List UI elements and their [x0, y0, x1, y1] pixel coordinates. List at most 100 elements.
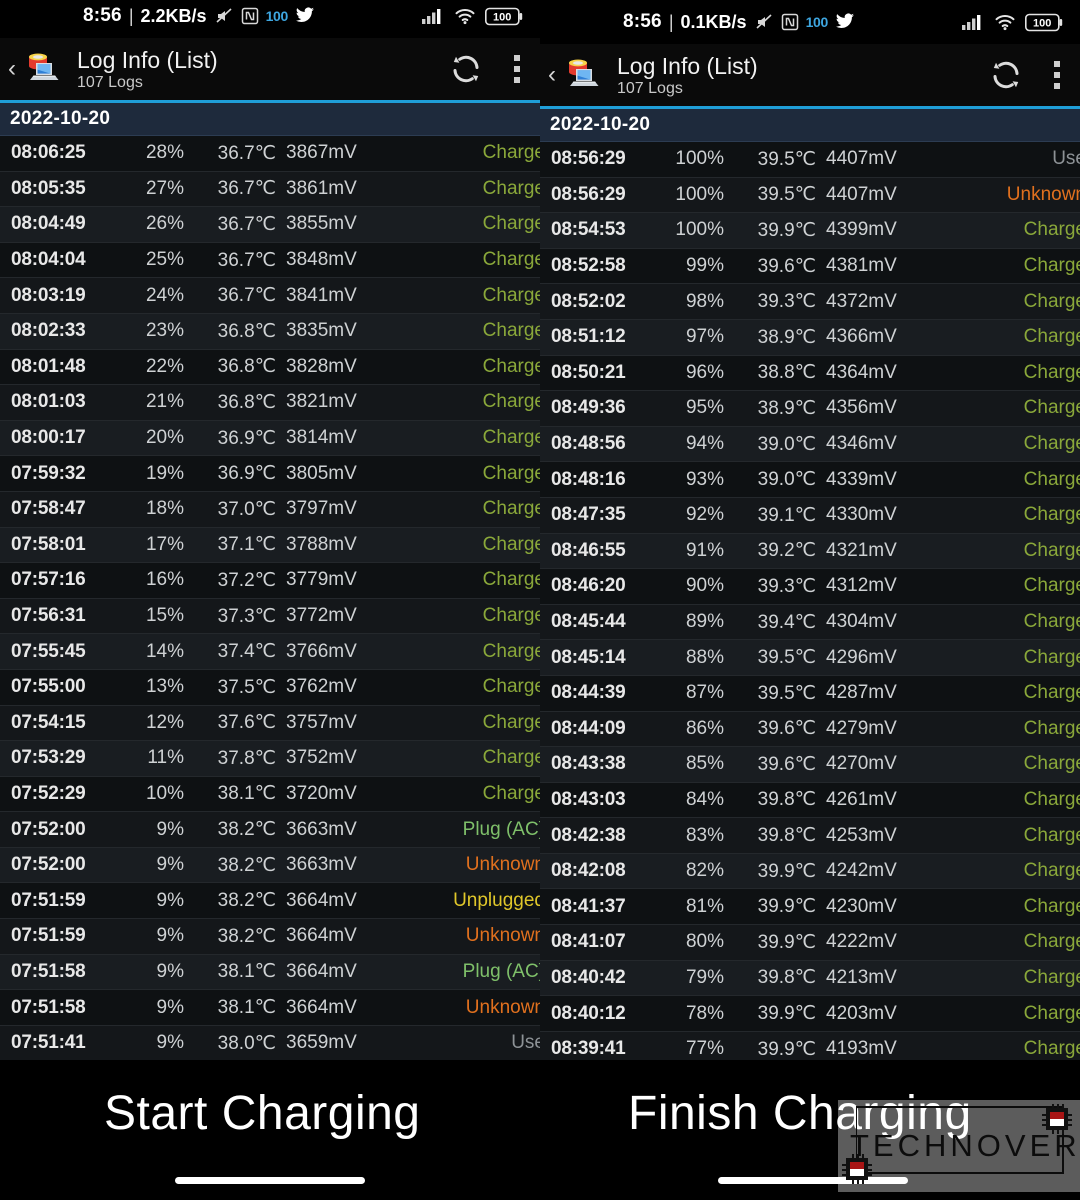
- table-row[interactable]: 08:41:37 81% 39.9℃ 4230mV Charge: [540, 889, 1080, 926]
- table-row[interactable]: 08:47:35 92% 39.1℃ 4330mV Charge: [540, 498, 1080, 534]
- more-options-icon[interactable]: [1054, 61, 1060, 89]
- table-row[interactable]: 08:46:55 91% 39.2℃ 4321mV Charge: [540, 533, 1080, 570]
- row-status: Plug (AC): [462, 960, 540, 982]
- row-status: Unknown: [465, 996, 540, 1018]
- table-row[interactable]: 08:46:20 90% 39.3℃ 4312mV Charge: [540, 569, 1080, 605]
- row-time: 08:03:19: [11, 284, 86, 306]
- table-row[interactable]: 07:51:41 9% 38.0℃ 3659mV Use: [0, 1026, 540, 1060]
- row-temperature: 39.8℃: [757, 825, 816, 847]
- table-row[interactable]: 08:50:21 96% 38.8℃ 4364mV Charge: [540, 355, 1080, 392]
- table-row[interactable]: 08:40:12 78% 39.9℃ 4203mV Charge: [540, 996, 1080, 1032]
- table-row[interactable]: 08:45:14 88% 39.5℃ 4296mV Charge: [540, 640, 1080, 676]
- row-status: Charge: [1023, 753, 1080, 775]
- row-voltage: 4296mV: [826, 646, 897, 668]
- row-voltage: 3867mV: [286, 142, 357, 164]
- row-status: Charge: [482, 711, 540, 733]
- table-row[interactable]: 07:52:29 10% 38.1℃ 3720mV Charge: [0, 776, 540, 813]
- table-row[interactable]: 07:51:58 9% 38.1℃ 3664mV Plug (AC): [0, 954, 540, 991]
- table-row[interactable]: 08:39:41 77% 39.9℃ 4193mV Charge: [540, 1032, 1080, 1060]
- table-row[interactable]: 08:56:29 100% 39.5℃ 4407mV Use: [540, 142, 1080, 178]
- log-count-subtitle: 107 Logs: [77, 73, 143, 91]
- row-temperature: 36.7℃: [217, 142, 276, 164]
- table-row[interactable]: 07:53:29 11% 37.8℃ 3752mV Charge: [0, 741, 540, 777]
- row-status: Charge: [482, 498, 540, 520]
- table-row[interactable]: 08:06:25 28% 36.7℃ 3867mV Charge: [0, 136, 540, 172]
- battery-log-app-icon: [561, 55, 605, 95]
- back-button[interactable]: ‹: [4, 57, 20, 81]
- table-row[interactable]: 07:59:32 19% 36.9℃ 3805mV Charge: [0, 456, 540, 492]
- table-row[interactable]: 08:48:16 93% 39.0℃ 4339mV Charge: [540, 462, 1080, 498]
- table-row[interactable]: 07:56:31 15% 37.3℃ 3772mV Charge: [0, 599, 540, 635]
- row-voltage: 3814mV: [286, 427, 357, 449]
- row-voltage: 3664mV: [286, 996, 357, 1018]
- table-row[interactable]: 08:42:38 83% 39.8℃ 4253mV Charge: [540, 818, 1080, 854]
- row-time: 08:41:37: [551, 895, 626, 917]
- table-row[interactable]: 08:04:49 26% 36.7℃ 3855mV Charge: [0, 207, 540, 243]
- row-time: 08:06:25: [11, 142, 86, 164]
- table-row[interactable]: 08:45:44 89% 39.4℃ 4304mV Charge: [540, 605, 1080, 641]
- table-row[interactable]: 08:56:29 100% 39.5℃ 4407mV Unknown: [540, 178, 1080, 214]
- table-row[interactable]: 07:52:00 9% 38.2℃ 3663mV Plug (AC): [0, 812, 540, 848]
- row-time: 08:45:44: [551, 611, 626, 633]
- table-row[interactable]: 07:51:58 9% 38.1℃ 3664mV Unknown: [0, 990, 540, 1026]
- table-row[interactable]: 07:58:47 18% 37.0℃ 3797mV Charge: [0, 492, 540, 528]
- table-row[interactable]: 07:54:15 12% 37.6℃ 3757mV Charge: [0, 706, 540, 742]
- row-temperature: 37.8℃: [217, 747, 276, 769]
- table-row[interactable]: 08:03:19 24% 36.7℃ 3841mV Charge: [0, 278, 540, 314]
- log-count-subtitle: 107 Logs: [617, 79, 683, 97]
- app-bar-actions: [448, 51, 526, 87]
- table-row[interactable]: 08:49:36 95% 38.9℃ 4356mV Charge: [540, 391, 1080, 427]
- row-battery-level: 92%: [685, 504, 724, 526]
- app-bar-actions: [988, 57, 1066, 93]
- row-voltage: 4261mV: [826, 788, 897, 810]
- status-bar-left-group: 8:56 | 0.1KB/s 100: [551, 11, 855, 33]
- row-battery-level: 23%: [145, 320, 184, 342]
- table-row[interactable]: 08:42:08 82% 39.9℃ 4242mV Charge: [540, 853, 1080, 890]
- refresh-icon[interactable]: [448, 51, 484, 87]
- table-row[interactable]: 07:57:16 16% 37.2℃ 3779mV Charge: [0, 563, 540, 599]
- table-row[interactable]: 08:02:33 23% 36.8℃ 3835mV Charge: [0, 313, 540, 350]
- table-row[interactable]: 07:51:59 9% 38.2℃ 3664mV Unplugged: [0, 883, 540, 920]
- table-row[interactable]: 07:55:45 14% 37.4℃ 3766mV Charge: [0, 634, 540, 670]
- table-row[interactable]: 08:43:03 84% 39.8℃ 4261mV Charge: [540, 782, 1080, 819]
- app-bar-titles: Log Info (List) 107 Logs: [77, 47, 218, 92]
- battery-log-app-icon: [21, 49, 65, 89]
- row-status: Use: [1052, 148, 1080, 170]
- table-row[interactable]: 08:01:48 22% 36.8℃ 3828mV Charge: [0, 349, 540, 386]
- table-row[interactable]: 08:44:39 87% 39.5℃ 4287mV Charge: [540, 675, 1080, 712]
- log-rows-left[interactable]: 08:06:25 28% 36.7℃ 3867mV Charge 08:05:35 27% 3…: [0, 136, 540, 1060]
- table-row[interactable]: 08:52:02 98% 39.3℃ 4372mV Charge: [540, 284, 1080, 320]
- table-row[interactable]: 08:00:17 20% 36.9℃ 3814mV Charge: [0, 420, 540, 457]
- row-time: 08:56:29: [551, 148, 626, 170]
- row-temperature: 36.9℃: [217, 427, 276, 449]
- refresh-icon[interactable]: [988, 57, 1024, 93]
- table-row[interactable]: 07:52:00 9% 38.2℃ 3663mV Unknown: [0, 847, 540, 884]
- log-rows-right[interactable]: 08:56:29 100% 39.5℃ 4407mV Use 08:56:29 100% 39…: [540, 142, 1080, 1060]
- row-status: Charge: [1023, 717, 1080, 739]
- table-row[interactable]: 08:43:38 85% 39.6℃ 4270mV Charge: [540, 747, 1080, 783]
- back-button[interactable]: ‹: [544, 63, 560, 87]
- row-battery-level: 90%: [685, 575, 724, 597]
- table-row[interactable]: 08:40:42 79% 39.8℃ 4213mV Charge: [540, 960, 1080, 997]
- svg-text:100: 100: [493, 11, 511, 23]
- technoverse-watermark: TECHNOVERSE: [838, 1100, 1080, 1192]
- row-status: Charge: [482, 177, 540, 199]
- table-row[interactable]: 07:58:01 17% 37.1℃ 3788mV Charge: [0, 527, 540, 564]
- row-battery-level: 9%: [156, 925, 184, 947]
- row-status: Charge: [1023, 931, 1080, 953]
- table-row[interactable]: 08:05:35 27% 36.7℃ 3861mV Charge: [0, 172, 540, 208]
- table-row[interactable]: 08:51:12 97% 38.9℃ 4366mV Charge: [540, 319, 1080, 356]
- row-time: 08:45:14: [551, 646, 626, 668]
- table-row[interactable]: 07:51:59 9% 38.2℃ 3664mV Unknown: [0, 919, 540, 955]
- table-row[interactable]: 08:41:07 80% 39.9℃ 4222mV Charge: [540, 925, 1080, 961]
- table-row[interactable]: 08:54:53 100% 39.9℃ 4399mV Charge: [540, 213, 1080, 249]
- row-time: 08:52:02: [551, 290, 626, 312]
- table-row[interactable]: 08:04:04 25% 36.7℃ 3848mV Charge: [0, 242, 540, 279]
- table-row[interactable]: 08:01:03 21% 36.8℃ 3821mV Charge: [0, 385, 540, 421]
- table-row[interactable]: 07:55:00 13% 37.5℃ 3762mV Charge: [0, 669, 540, 706]
- row-temperature: 38.1℃: [217, 783, 276, 805]
- more-options-icon[interactable]: [514, 55, 520, 83]
- table-row[interactable]: 08:52:58 99% 39.6℃ 4381mV Charge: [540, 248, 1080, 285]
- table-row[interactable]: 08:44:09 86% 39.6℃ 4279mV Charge: [540, 712, 1080, 748]
- table-row[interactable]: 08:48:56 94% 39.0℃ 4346mV Charge: [540, 426, 1080, 463]
